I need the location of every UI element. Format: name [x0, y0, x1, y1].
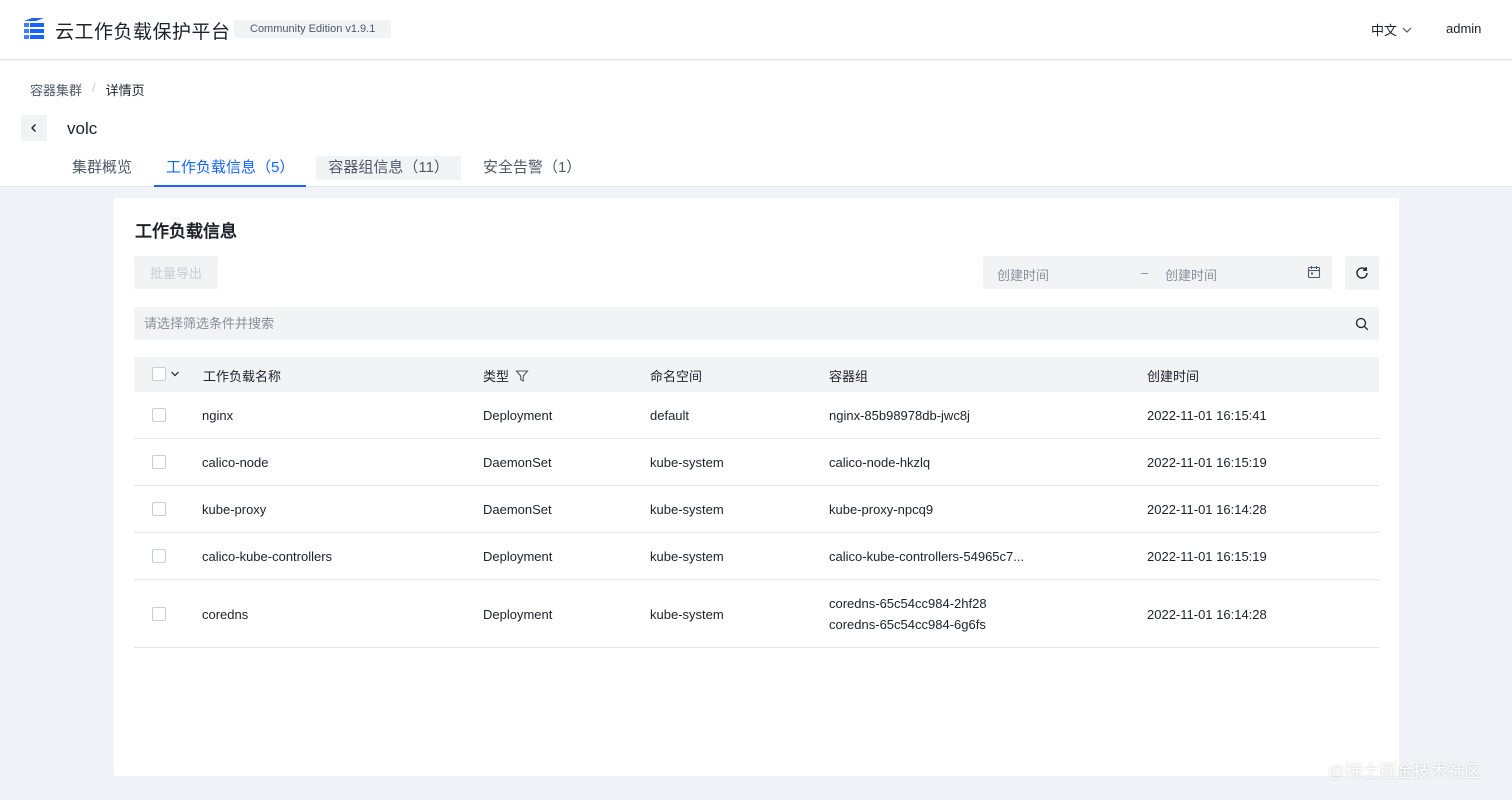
page-header: 容器集群 / 详情页 volc 集群概览 工作负载信息（5） 容器组信息（11）… — [0, 61, 1512, 187]
workload-namespace: kube-system — [650, 502, 724, 517]
search-bar — [134, 307, 1379, 340]
date-end-input[interactable]: 创建时间 — [1165, 265, 1217, 284]
workload-table: 工作负载名称 类型 命名空间 容器组 创建时间 nginx Deployment — [134, 357, 1379, 648]
filter-icon[interactable] — [515, 369, 529, 383]
row-checkbox[interactable] — [152, 502, 166, 516]
table-row: coredns Deployment kube-system coredns-6… — [134, 580, 1379, 648]
created-time-range-picker[interactable]: 创建时间 – 创建时间 — [983, 256, 1332, 289]
tab-security-alerts[interactable]: 安全告警（1） — [471, 149, 593, 187]
select-all-dropdown[interactable] — [152, 367, 180, 381]
row-checkbox[interactable] — [152, 607, 166, 621]
user-menu[interactable]: admin — [1446, 21, 1481, 36]
chevron-down-icon — [1402, 27, 1412, 33]
pod-name: nginx-85b98978db-jwc8j — [829, 408, 970, 423]
workload-card: 工作负载信息 批量导出 创建时间 – 创建时间 请选择筛选条件并搜索 工作负载名… — [114, 198, 1399, 776]
tab-pod-info[interactable]: 容器组信息（11） — [316, 156, 461, 180]
search-icon[interactable] — [1355, 317, 1369, 331]
column-header-namespace: 命名空间 — [650, 366, 702, 385]
table-row: nginx Deployment default nginx-85b98978d… — [134, 392, 1379, 439]
search-input[interactable] — [134, 307, 1334, 340]
workload-name: coredns — [202, 607, 249, 622]
row-checkbox[interactable] — [152, 549, 166, 563]
workload-namespace: default — [650, 408, 690, 423]
breadcrumb-current: 详情页 — [105, 83, 145, 98]
column-header-created: 创建时间 — [1147, 366, 1199, 385]
edition-badge: Community Edition v1.9.1 — [234, 20, 392, 38]
workload-type: DaemonSet — [483, 502, 552, 517]
date-start-input[interactable]: 创建时间 — [997, 265, 1049, 284]
select-all-checkbox[interactable] — [152, 367, 166, 381]
column-header-pods: 容器组 — [829, 366, 868, 385]
pod-name: coredns-65c54cc984-2hf28 — [829, 596, 987, 611]
row-checkbox[interactable] — [152, 408, 166, 422]
workload-name: nginx — [202, 408, 234, 423]
pod-name: kube-proxy-npcq9 — [829, 502, 934, 517]
chevron-down-icon — [171, 371, 179, 377]
column-header-pods-label: 容器组 — [829, 369, 869, 384]
pod-list: coredns-65c54cc984-2hf28 coredns-65c54cc… — [829, 596, 987, 632]
batch-export-button[interactable]: 批量导出 — [134, 256, 218, 289]
workload-name: calico-kube-controllers — [202, 549, 333, 564]
table-row: kube-proxy DaemonSet kube-system kube-pr… — [134, 486, 1379, 533]
app-title: 云工作负载保护平台 — [55, 22, 231, 43]
created-time: 2022-11-01 16:14:28 — [1147, 502, 1267, 517]
tab-cluster-overview[interactable]: 集群概览 — [60, 149, 144, 187]
back-button[interactable] — [21, 115, 47, 141]
workload-type: Deployment — [483, 408, 553, 423]
workload-namespace: kube-system — [650, 607, 724, 622]
breadcrumb-parent-link[interactable]: 容器集群 — [30, 80, 82, 99]
column-header-type: 类型 — [483, 366, 529, 385]
workload-namespace: kube-system — [650, 549, 724, 564]
created-time: 2022-11-01 16:15:19 — [1147, 455, 1267, 470]
top-navbar: 云工作负载保护平台 Community Edition v1.9.1 中文 ad… — [0, 0, 1512, 60]
refresh-button[interactable] — [1345, 256, 1379, 290]
pod-name: coredns-65c54cc984-6g6fs — [829, 617, 986, 632]
table-row: calico-node DaemonSet kube-system calico… — [134, 439, 1379, 486]
language-selector[interactable]: 中文 — [1371, 20, 1413, 39]
workload-name: kube-proxy — [202, 502, 267, 517]
calendar-icon[interactable] — [1307, 265, 1321, 279]
created-time: 2022-11-01 16:15:41 — [1147, 408, 1267, 423]
column-header-created-label: 创建时间 — [1147, 369, 1200, 384]
workload-namespace: kube-system — [650, 455, 724, 470]
breadcrumb: 容器集群 / 详情页 — [30, 80, 145, 99]
column-header-name: 工作负载名称 — [203, 366, 281, 385]
pod-name: calico-kube-controllers-54965c7... — [829, 549, 1025, 564]
workload-type: DaemonSet — [483, 455, 552, 470]
card-title: 工作负载信息 — [135, 222, 237, 241]
workload-type: Deployment — [483, 607, 553, 622]
chevron-left-icon — [31, 124, 36, 132]
table-header: 工作负载名称 类型 命名空间 容器组 创建时间 — [134, 357, 1379, 392]
column-header-namespace-label: 命名空间 — [650, 369, 703, 384]
logo-icon — [24, 18, 44, 39]
tab-bar: 集群概览 工作负载信息（5） 容器组信息（11） 安全告警（1） — [60, 149, 603, 187]
column-header-name-label: 工作负载名称 — [203, 369, 282, 384]
breadcrumb-separator: / — [92, 80, 96, 95]
created-time: 2022-11-01 16:14:28 — [1147, 607, 1267, 622]
page-title: volc — [67, 119, 98, 138]
pod-name: calico-node-hkzlq — [829, 455, 931, 470]
workload-name: calico-node — [202, 455, 269, 470]
column-header-type-label: 类型 — [483, 369, 510, 384]
workload-type: Deployment — [483, 549, 553, 564]
watermark: @稀土掘金技术社区 — [1328, 762, 1482, 781]
refresh-icon — [1356, 267, 1368, 279]
language-label: 中文 — [1371, 23, 1398, 38]
date-separator: – — [1141, 265, 1149, 280]
row-checkbox[interactable] — [152, 455, 166, 469]
table-row: calico-kube-controllers Deployment kube-… — [134, 533, 1379, 580]
created-time: 2022-11-01 16:15:19 — [1147, 549, 1267, 564]
tab-workload-info[interactable]: 工作负载信息（5） — [154, 149, 307, 187]
